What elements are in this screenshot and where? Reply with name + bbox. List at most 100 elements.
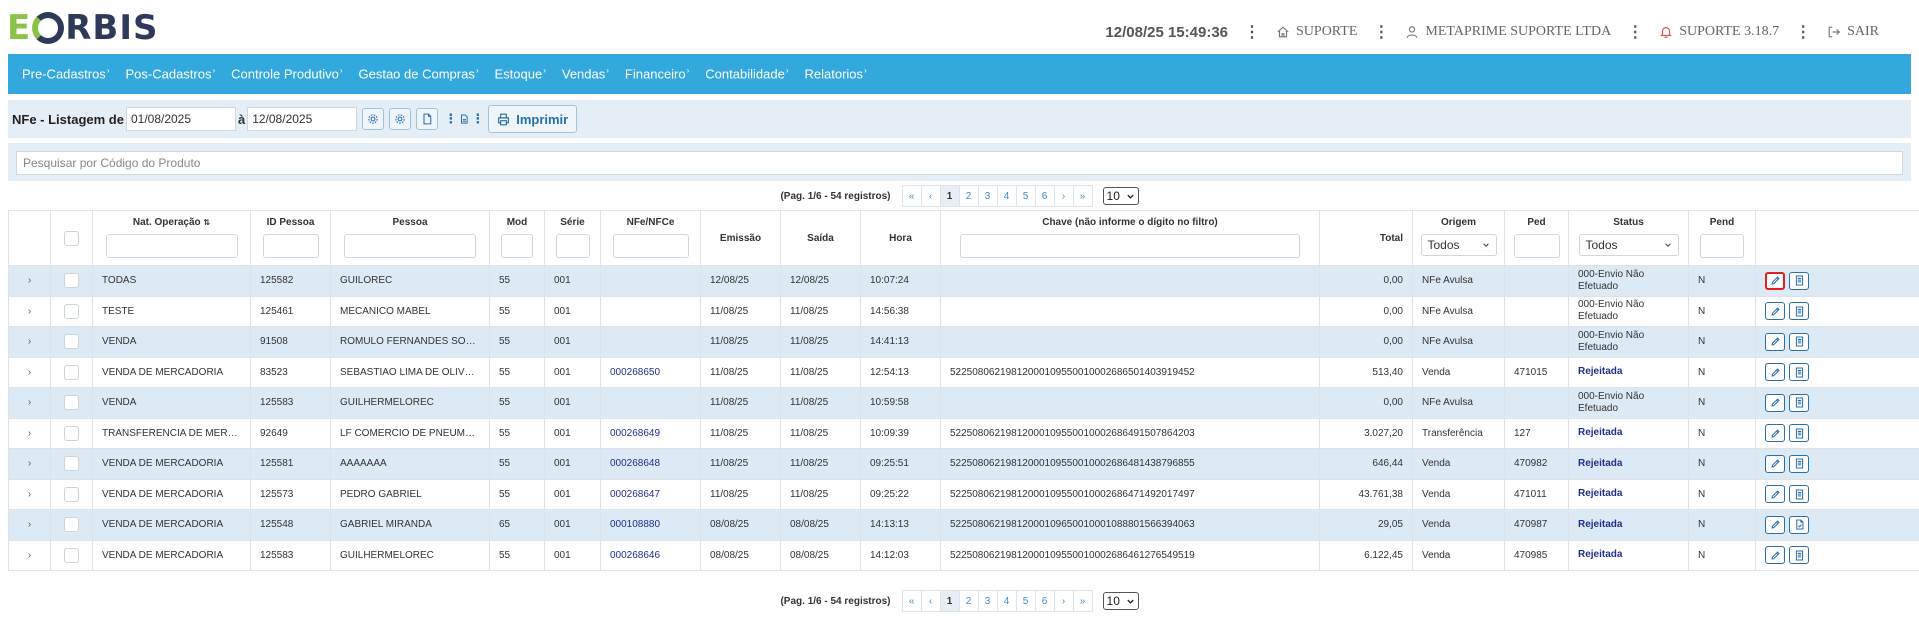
expand-row-button[interactable]: ›: [8, 295, 51, 327]
page-button[interactable]: 5: [1015, 590, 1036, 612]
company-link[interactable]: METAPRIME SUPORTE LTDA: [1405, 24, 1611, 40]
document-button[interactable]: [1789, 454, 1809, 473]
cell-nfe[interactable]: 000108880: [600, 509, 701, 541]
row-checkbox[interactable]: [64, 486, 79, 502]
page-next-button[interactable]: ›: [1053, 590, 1074, 612]
nav-item-pos-cadastros[interactable]: Pos-Cadastros›: [125, 66, 215, 81]
menu-dots[interactable]: ⋮: [444, 111, 457, 127]
filter-origem-select[interactable]: Todos: [1420, 234, 1497, 256]
expand-row-button[interactable]: ›: [8, 478, 51, 510]
edit-button[interactable]: [1765, 546, 1785, 565]
row-checkbox[interactable]: [64, 334, 79, 350]
page-button[interactable]: 1: [939, 185, 960, 207]
nav-item-gestao-compras[interactable]: Gestao de Compras›: [358, 66, 478, 81]
filter-mod[interactable]: [501, 234, 533, 258]
cell-nfe[interactable]: 000268648: [600, 448, 701, 480]
cell-nfe[interactable]: [600, 387, 701, 419]
page-button[interactable]: 4: [996, 185, 1017, 207]
table-row[interactable]: › VENDA DE MERCADORIA 125573 PEDRO GABRIEL 5…: [8, 478, 1919, 510]
row-checkbox[interactable]: [64, 395, 79, 411]
expand-row-button[interactable]: ›: [8, 356, 51, 388]
edit-button[interactable]: [1765, 393, 1785, 412]
page-last-button[interactable]: »: [1072, 590, 1093, 612]
page-button[interactable]: 3: [977, 590, 998, 612]
cell-nfe[interactable]: [600, 295, 701, 327]
edit-button[interactable]: [1765, 363, 1785, 382]
filter-pend[interactable]: [1700, 234, 1744, 258]
row-checkbox[interactable]: [64, 517, 79, 533]
nav-item-contabilidade[interactable]: Contabilidade›: [705, 66, 788, 81]
page-button[interactable]: 1: [939, 590, 960, 612]
table-row[interactable]: › VENDA 125583 GUILHERMELOREC 55 001 11/08/25 1…: [8, 387, 1919, 419]
file-icon[interactable]: [459, 113, 469, 125]
settings-button[interactable]: [389, 108, 412, 130]
expand-row-button[interactable]: ›: [8, 539, 51, 571]
filter-ped[interactable]: [1513, 234, 1560, 258]
expand-row-button[interactable]: ›: [8, 387, 51, 419]
edit-button[interactable]: [1765, 485, 1785, 504]
page-size-select[interactable]: 10: [1102, 187, 1139, 205]
document-button[interactable]: [1789, 546, 1809, 565]
page-prev-button[interactable]: ‹: [920, 590, 941, 612]
page-button[interactable]: 6: [1034, 185, 1055, 207]
table-row[interactable]: › VENDA DE MERCADORIA 83523 SEBASTIAO LIMA …: [8, 356, 1919, 388]
document-button[interactable]: [1789, 363, 1809, 382]
row-checkbox[interactable]: [64, 303, 79, 319]
page-button[interactable]: 6: [1034, 590, 1055, 612]
page-button[interactable]: 4: [996, 590, 1017, 612]
nav-item-vendas[interactable]: Vendas›: [562, 66, 609, 81]
filter-id-pessoa[interactable]: [262, 234, 319, 258]
table-row[interactable]: › VENDA DE MERCADORIA 125581 AAAAAAA 55 001 00…: [8, 448, 1919, 480]
document-button[interactable]: [1789, 271, 1809, 290]
page-next-button[interactable]: ›: [1053, 185, 1074, 207]
expand-row-button[interactable]: ›: [8, 509, 51, 541]
document-button[interactable]: [1789, 515, 1809, 534]
row-checkbox[interactable]: [64, 425, 79, 441]
page-first-button[interactable]: «: [901, 590, 922, 612]
edit-button[interactable]: [1765, 454, 1785, 473]
date-to-input[interactable]: [247, 107, 358, 131]
page-button[interactable]: 3: [977, 185, 998, 207]
document-button[interactable]: [1789, 332, 1809, 351]
edit-button[interactable]: [1765, 515, 1785, 534]
col-nat-operacao[interactable]: Nat. Operação ⇅: [92, 210, 251, 266]
document-button[interactable]: [1789, 393, 1809, 412]
table-row[interactable]: › TRANSFERENCIA DE MERCADORIA92649LF COME…: [8, 417, 1919, 449]
logout-button[interactable]: SAIR: [1827, 24, 1879, 40]
cell-nfe[interactable]: 000268647: [600, 478, 701, 510]
edit-button[interactable]: [1765, 424, 1785, 443]
page-first-button[interactable]: «: [901, 185, 922, 207]
table-row[interactable]: › TODAS 125582 GUILOREC 55 001 12/08/25 12/08/2…: [8, 265, 1919, 297]
row-checkbox[interactable]: [64, 547, 79, 563]
row-checkbox[interactable]: [64, 364, 79, 380]
cell-nfe[interactable]: [600, 265, 701, 297]
cell-nfe[interactable]: 000268646: [600, 539, 701, 571]
nav-item-financeiro[interactable]: Financeiro›: [625, 66, 689, 81]
expand-row-button[interactable]: ›: [8, 417, 51, 449]
page-size-select[interactable]: 10: [1102, 592, 1139, 610]
page-button[interactable]: 2: [958, 185, 979, 207]
table-row[interactable]: › VENDA DE MERCADORIA 125583 GUILHERMELOREC…: [8, 539, 1919, 571]
page-button[interactable]: 2: [958, 590, 979, 612]
document-button[interactable]: [1789, 302, 1809, 321]
row-checkbox[interactable]: [64, 456, 79, 472]
export-button[interactable]: [416, 108, 439, 130]
page-last-button[interactable]: »: [1072, 185, 1093, 207]
edit-button[interactable]: [1765, 332, 1785, 351]
version-link[interactable]: SUPORTE 3.18.7: [1659, 24, 1779, 40]
config-button[interactable]: [362, 108, 385, 130]
cell-nfe[interactable]: [600, 326, 701, 358]
date-from-input[interactable]: [125, 107, 236, 131]
print-button[interactable]: Imprimir: [488, 105, 578, 133]
page-button[interactable]: 5: [1015, 185, 1036, 207]
filter-chave[interactable]: [960, 234, 1300, 258]
filter-serie[interactable]: [555, 234, 590, 258]
table-row[interactable]: › TESTE 125461 MECANICO MABEL 55 001 11/08/25 1…: [8, 295, 1919, 327]
cell-nfe[interactable]: 000268649: [600, 417, 701, 449]
expand-row-button[interactable]: ›: [8, 265, 51, 297]
menu-dots[interactable]: ⋮: [471, 111, 484, 127]
document-button[interactable]: [1789, 424, 1809, 443]
table-row[interactable]: › VENDA DE MERCADORIA 125548 GABRIEL MIRAND…: [8, 509, 1919, 541]
filter-pessoa[interactable]: [344, 234, 476, 258]
select-all-checkbox[interactable]: [64, 230, 79, 246]
